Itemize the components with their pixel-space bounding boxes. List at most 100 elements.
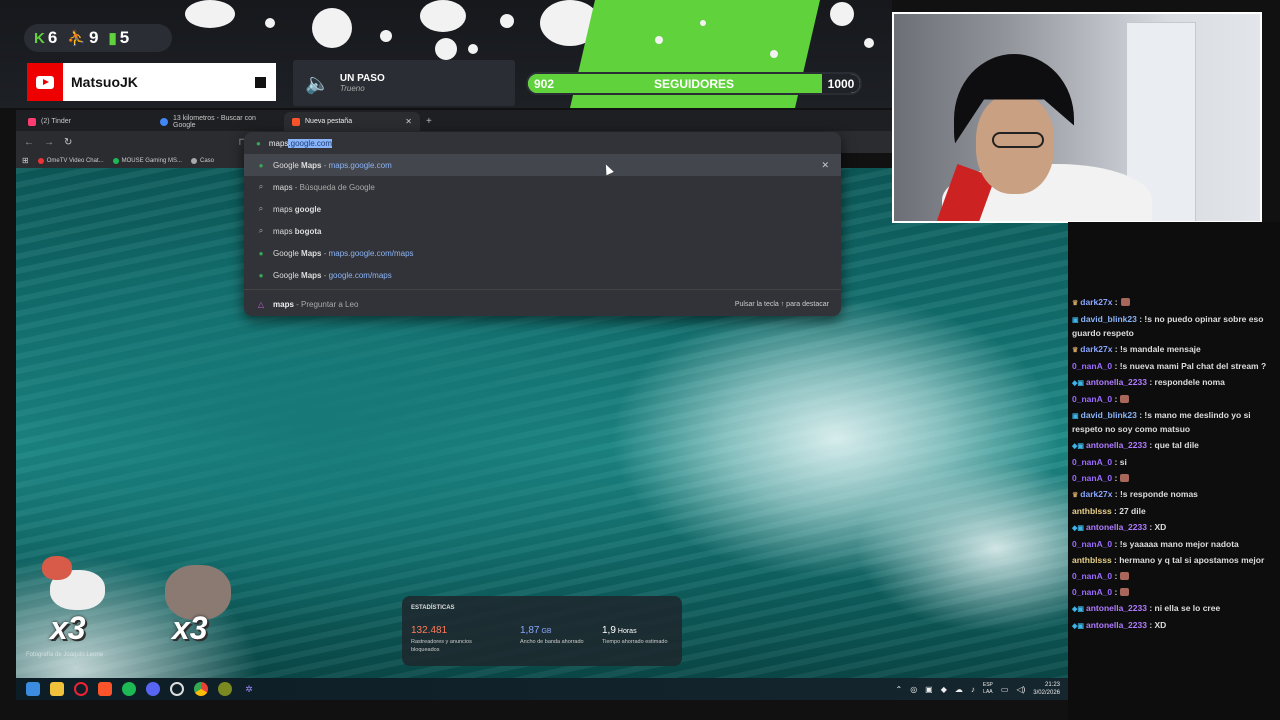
suggestion-item[interactable]: ⌕ maps google: [244, 198, 841, 220]
network-icon[interactable]: ▭: [1001, 685, 1009, 694]
bookmark-item[interactable]: MOUSE Gaming MS...: [112, 157, 182, 164]
chat-username[interactable]: antonella_2233: [1086, 620, 1147, 630]
crown-badge-icon: ♛: [1072, 346, 1079, 354]
chat-username[interactable]: antonella_2233: [1086, 377, 1147, 387]
cloud-icon[interactable]: ☁: [955, 685, 963, 694]
chat-text: : si: [1112, 456, 1127, 467]
chat-username[interactable]: david_blink23: [1081, 314, 1137, 324]
youtube-icon: [27, 63, 63, 101]
maps-pin-icon: ●: [258, 270, 264, 280]
address-bar-input[interactable]: ● maps.google.com: [244, 132, 841, 154]
tinder-favicon-icon: [28, 117, 36, 126]
chat-username[interactable]: david_blink23: [1081, 410, 1137, 420]
chat-username[interactable]: 0_nanA_0: [1072, 571, 1112, 581]
windows-start-icon[interactable]: [26, 682, 40, 696]
volume-icon[interactable]: ◁): [1016, 685, 1025, 694]
chat-text: :: [1112, 570, 1118, 581]
chat-emote-icon: [1120, 588, 1130, 597]
tray-icon[interactable]: ▣: [925, 685, 933, 694]
suggestion-text: Google Maps - maps.google.com: [273, 160, 392, 170]
chat-username[interactable]: 0_nanA_0: [1072, 361, 1112, 371]
glasses: [992, 132, 1044, 148]
chat-text: : !s responde nomas: [1112, 488, 1198, 499]
tray-icon[interactable]: ◆: [941, 685, 947, 694]
reload-icon[interactable]: ↻: [64, 137, 72, 148]
chat-username[interactable]: antonella_2233: [1086, 603, 1147, 613]
tab-google-search[interactable]: 13 kilometros - Buscar con Google: [152, 112, 284, 131]
chat-emote-icon: [1120, 572, 1130, 581]
suggestion-item[interactable]: ⌕ maps - Búsqueda de Google: [244, 176, 841, 198]
opera-icon[interactable]: [74, 682, 88, 696]
apps-grid-icon[interactable]: ⊞: [22, 156, 29, 165]
chat-message: ◆▣ antonella_2233 : XD: [1068, 519, 1280, 536]
settings-icon[interactable]: ✲: [242, 682, 256, 696]
crown-badge-icon: ♛: [1072, 299, 1079, 307]
bookmark-item[interactable]: Caso: [190, 157, 214, 164]
chevron-up-icon[interactable]: ⌃: [895, 685, 902, 694]
mic-icon[interactable]: ♪: [971, 685, 975, 694]
suggestion-text: maps - Búsqueda de Google: [273, 182, 375, 192]
suggestion-item[interactable]: ● Google Maps - google.com/maps: [244, 264, 841, 286]
chat-username[interactable]: anthblsss: [1072, 555, 1112, 565]
chat-message: ♛ dark27x :: [1068, 294, 1280, 311]
followers-goal-bar: 902 SEGUIDORES 1000: [526, 72, 862, 95]
new-tab-button[interactable]: +: [426, 112, 432, 131]
tab-tinder[interactable]: (2) Tinder: [20, 112, 152, 131]
bookmark-item[interactable]: OmeTV Video Chat...: [37, 157, 104, 164]
chat-username[interactable]: dark27x: [1080, 297, 1112, 307]
suggestion-text: Google Maps - google.com/maps: [273, 270, 392, 280]
tab-new-tab[interactable]: Nueva pestaña ✕: [284, 112, 420, 131]
chat-username[interactable]: antonella_2233: [1086, 440, 1147, 450]
maps-pin-icon: ●: [258, 248, 264, 258]
language-indicator[interactable]: ESP LAA: [983, 682, 993, 696]
chat-username[interactable]: 0_nanA_0: [1072, 473, 1112, 483]
chat-text: : !s mandale mensaje: [1112, 343, 1201, 354]
chat-emote-icon: [1120, 474, 1130, 483]
chat-username[interactable]: 0_nanA_0: [1072, 457, 1112, 467]
spotify-icon[interactable]: [122, 682, 136, 696]
google-favicon-icon: [160, 117, 168, 126]
leo-icon: △: [257, 299, 265, 309]
tab-title: (2) Tinder: [41, 118, 71, 125]
chat-emote-icon: [1120, 298, 1130, 307]
chat-username[interactable]: 0_nanA_0: [1072, 587, 1112, 597]
discord-icon[interactable]: [146, 682, 160, 696]
clock[interactable]: 21:23 3/02/2026: [1033, 681, 1060, 697]
multi-badge-icon: ◆▣: [1072, 524, 1084, 532]
suggestion-item[interactable]: ● Google Maps - maps.google.com ✕: [244, 154, 841, 176]
chat-username[interactable]: antonella_2233: [1086, 522, 1147, 532]
stat-person: ⛹ 9: [67, 28, 99, 47]
chat-username[interactable]: dark27x: [1080, 344, 1112, 354]
chat-message: 0_nanA_0 :: [1068, 584, 1280, 600]
chat-username[interactable]: anthblsss: [1072, 506, 1112, 516]
remove-suggestion-icon[interactable]: ✕: [821, 160, 829, 171]
chat-message: 0_nanA_0 :: [1068, 470, 1280, 486]
chat-text: : hermano y q tal si apostamos mejor: [1111, 554, 1265, 565]
back-icon[interactable]: ←: [24, 137, 34, 148]
brave-icon[interactable]: [98, 682, 112, 696]
app-icon[interactable]: [218, 682, 232, 696]
k-icon: K: [34, 29, 45, 47]
ask-leo-suggestion[interactable]: △ maps - Preguntar a Leo Pulsar la tecla…: [244, 293, 841, 315]
suggestion-item[interactable]: ● Google Maps - maps.google.com/maps: [244, 242, 841, 264]
emote-blob: [42, 556, 72, 580]
chat-text: : !s yaaaaa mano mejor nadota: [1112, 538, 1239, 549]
suggestion-text: maps google: [273, 204, 322, 214]
chat-username[interactable]: 0_nanA_0: [1072, 539, 1112, 549]
chat-message: ♛ dark27x : !s mandale mensaje: [1068, 341, 1280, 358]
webcam-feed: [892, 12, 1262, 223]
chat-message: ▣ david_blink23 : !s mano me deslindo yo …: [1068, 407, 1280, 437]
close-tab-icon[interactable]: ✕: [405, 117, 412, 126]
stats-title: ESTADÍSTICAS: [411, 605, 455, 611]
chrome-icon[interactable]: [194, 682, 208, 696]
obs-icon[interactable]: [170, 682, 184, 696]
forward-icon[interactable]: →: [44, 137, 54, 148]
suggestion-item[interactable]: ⌕ maps bogota: [244, 220, 841, 242]
chat-username[interactable]: dark27x: [1080, 489, 1112, 499]
file-explorer-icon[interactable]: [50, 682, 64, 696]
chat-username[interactable]: 0_nanA_0: [1072, 394, 1112, 404]
multi-badge-icon: ◆▣: [1072, 379, 1084, 387]
tray-icon[interactable]: ◎: [910, 685, 917, 694]
chat-text: : !s nueva mami Pal chat del stream ?: [1112, 360, 1267, 371]
brave-favicon-icon: [292, 117, 300, 126]
